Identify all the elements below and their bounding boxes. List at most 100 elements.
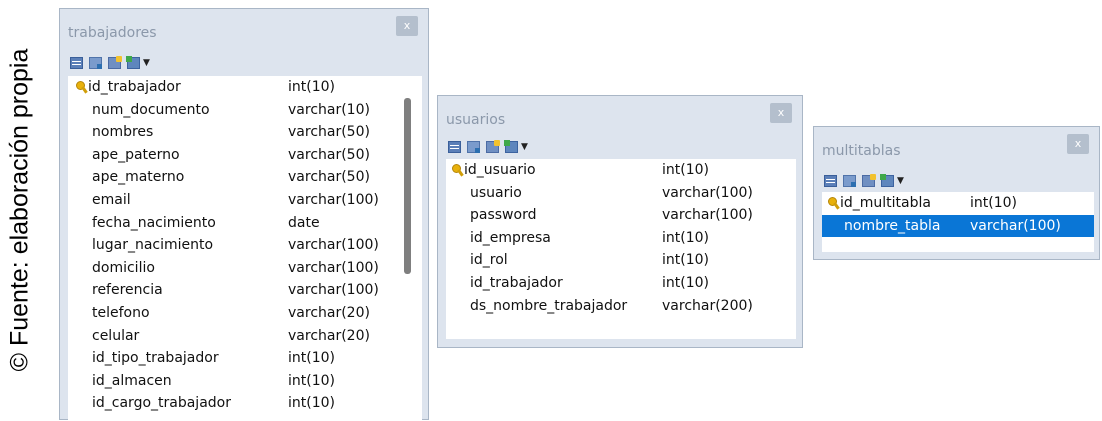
field-type: int(10)	[662, 229, 709, 246]
field-row[interactable]: email varchar(100)	[68, 189, 422, 212]
field-type: varchar(100)	[288, 237, 379, 254]
field-name: id_trabajador	[88, 79, 181, 95]
field-row[interactable]: id_empresa int(10)	[446, 227, 796, 250]
field-type: varchar(100)	[288, 259, 379, 276]
field-type: varchar(50)	[288, 169, 370, 186]
field-type: int(10)	[288, 372, 335, 389]
field-name: celular	[92, 327, 140, 344]
table-panel-trabajadores[interactable]: trabajadores x ▼ id_trabajador int(10) num…	[59, 8, 429, 421]
field-type: int(10)	[288, 79, 335, 95]
field-row[interactable]: id_tipo_trabajador int(10)	[68, 347, 422, 370]
field-type: varchar(100)	[662, 207, 753, 224]
table-panel-usuarios[interactable]: usuarios x ▼ usuario varchar(100) password…	[437, 95, 803, 348]
field-name: id_cargo_trabajador	[92, 395, 231, 412]
view-fields-icon[interactable]	[448, 141, 461, 153]
field-type: int(10)	[662, 162, 709, 178]
field-type: varchar(100)	[970, 217, 1061, 234]
field-row-primary-key[interactable]: id_multitabla int(10)	[822, 192, 1094, 215]
table-panel-multitablas[interactable]: multitablas x ▼ nombre_tabla varchar(100)…	[813, 126, 1100, 260]
table-title: trabajadores	[68, 25, 157, 41]
field-type: int(10)	[288, 395, 335, 412]
field-row[interactable]: fecha_nacimiento date	[68, 212, 422, 235]
field-row[interactable]: password varchar(100)	[446, 204, 796, 227]
close-button[interactable]: x	[396, 16, 418, 36]
field-type: int(10)	[970, 195, 1017, 211]
table-data-icon[interactable]	[89, 57, 102, 69]
field-row[interactable]: id_trabajador int(10)	[446, 272, 796, 295]
field-name: id_trabajador	[470, 275, 563, 291]
view-fields-icon[interactable]	[70, 57, 83, 69]
table-toolbar: ▼	[824, 173, 904, 189]
field-name: id_usuario	[464, 162, 536, 178]
field-list: id_trabajador int(10) num_documento varchar…	[68, 76, 422, 421]
field-row-primary-key[interactable]: id_usuario int(10)	[446, 159, 796, 182]
close-button[interactable]: x	[770, 103, 792, 123]
field-row[interactable]: num_documento varchar(10)	[68, 99, 422, 122]
field-type: varchar(20)	[288, 305, 370, 321]
field-row[interactable]: domicilio varchar(100)	[68, 257, 422, 280]
source-credit: © Fuente: elaboración propia	[0, 0, 40, 420]
table-key-icon[interactable]	[108, 56, 122, 69]
field-name: ds_nombre_trabajador	[470, 297, 628, 314]
field-name: nombres	[92, 124, 154, 141]
field-type: varchar(100)	[662, 184, 753, 201]
field-type: varchar(200)	[662, 297, 753, 314]
field-row[interactable]: ape_materno varchar(50)	[68, 166, 422, 189]
field-name: nombre_tabla	[844, 217, 941, 234]
table-data-icon[interactable]	[467, 141, 480, 153]
primary-key-icon	[828, 197, 840, 209]
field-type: varchar(20)	[288, 327, 370, 344]
field-type: int(10)	[662, 275, 709, 291]
field-row[interactable]: celular varchar(20)	[68, 325, 422, 348]
field-list: usuario varchar(100) password varchar(100) i…	[446, 159, 796, 339]
table-toolbar: ▼	[70, 55, 150, 71]
field-name: id_almacen	[92, 372, 172, 389]
field-row[interactable]: lugar_nacimiento varchar(100)	[68, 234, 422, 257]
scrollbar[interactable]	[404, 98, 411, 274]
field-row[interactable]: referencia varchar(100)	[68, 279, 422, 302]
field-type: int(10)	[662, 252, 709, 269]
field-row[interactable]: id_rol int(10)	[446, 249, 796, 272]
field-type: varchar(50)	[288, 146, 370, 163]
field-list: nombre_tabla varchar(100) id_multitabla int…	[822, 192, 1094, 252]
field-name: referencia	[92, 282, 163, 299]
field-name: id_rol	[470, 252, 508, 269]
add-field-icon[interactable]	[504, 140, 518, 153]
field-name: domicilio	[92, 259, 155, 276]
field-name: telefono	[92, 305, 150, 321]
primary-key-icon	[452, 164, 464, 176]
source-credit-text: © Fuente: elaboración propia	[5, 48, 34, 372]
field-row[interactable]: nombres varchar(50)	[68, 121, 422, 144]
field-row[interactable]: id_almacen int(10)	[68, 370, 422, 393]
chevron-down-icon[interactable]: ▼	[143, 58, 150, 68]
field-row[interactable]: nombre_tabla varchar(100)	[822, 214, 1094, 238]
table-key-icon[interactable]	[862, 174, 876, 187]
field-row-primary-key[interactable]: id_trabajador int(10)	[68, 76, 422, 99]
field-row[interactable]: telefono varchar(20)	[68, 302, 422, 325]
field-name: lugar_nacimiento	[92, 237, 214, 254]
primary-key-icon	[76, 81, 88, 93]
field-row[interactable]: id_cargo_trabajador int(10)	[68, 392, 422, 415]
chevron-down-icon[interactable]: ▼	[521, 142, 528, 152]
add-field-icon[interactable]	[880, 174, 894, 187]
field-name: id_tipo_trabajador	[92, 350, 219, 367]
close-button[interactable]: x	[1067, 134, 1089, 154]
field-type: varchar(10)	[288, 101, 370, 118]
view-fields-icon[interactable]	[824, 175, 837, 187]
table-key-icon[interactable]	[486, 140, 500, 153]
table-toolbar: ▼	[448, 139, 528, 155]
field-row[interactable]: ds_nombre_trabajador varchar(200)	[446, 295, 796, 318]
field-name: fecha_nacimiento	[92, 214, 216, 231]
table-data-icon[interactable]	[843, 175, 856, 187]
add-field-icon[interactable]	[126, 56, 140, 69]
field-name: ape_paterno	[92, 146, 180, 163]
field-name: id_multitabla	[840, 195, 931, 211]
field-name: password	[470, 207, 537, 224]
field-name: email	[92, 192, 131, 208]
field-name: usuario	[470, 184, 522, 201]
field-type: varchar(50)	[288, 124, 370, 141]
field-row[interactable]: ape_paterno varchar(50)	[68, 144, 422, 167]
chevron-down-icon[interactable]: ▼	[897, 176, 904, 186]
field-row[interactable]: usuario varchar(100)	[446, 182, 796, 205]
field-name: id_empresa	[470, 229, 551, 246]
